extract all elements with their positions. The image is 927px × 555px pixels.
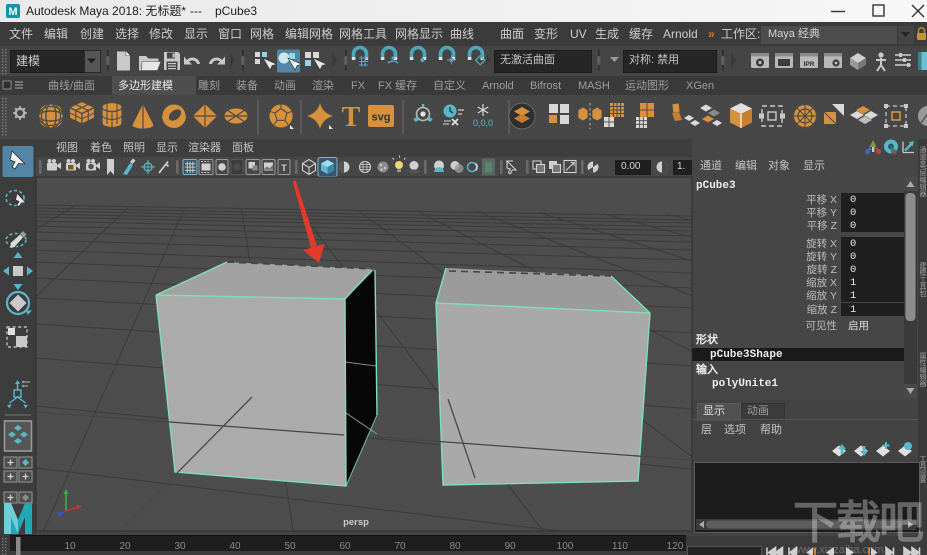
svg-text:persp: persp — [343, 517, 369, 528]
